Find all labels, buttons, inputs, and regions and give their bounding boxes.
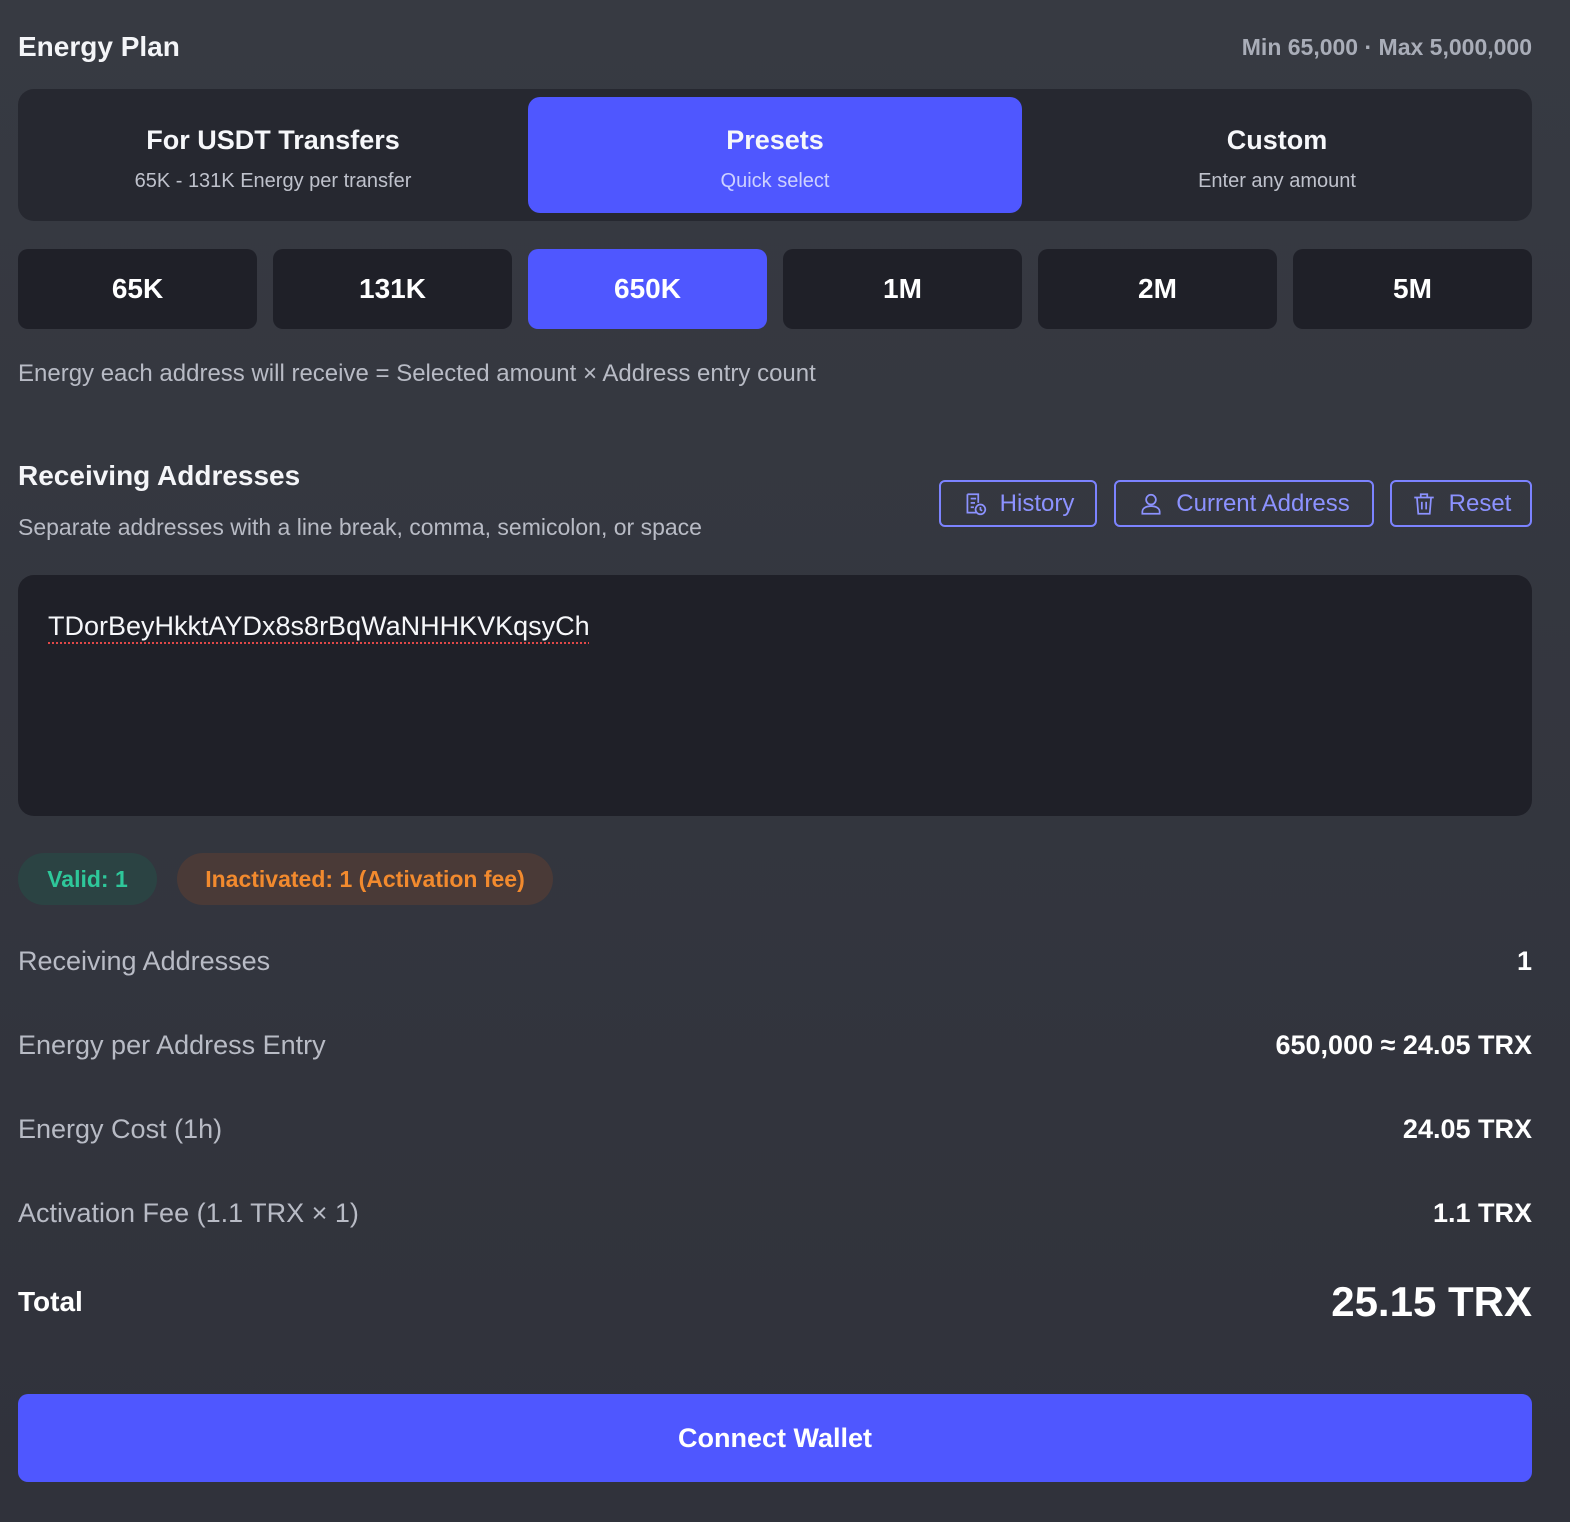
mode-tab-label: For USDT Transfers (146, 125, 400, 155)
summary-row-energy-cost: Energy Cost (1h) 24.05 TRX (18, 1114, 1532, 1145)
preset-5m-button[interactable]: 5M (1293, 249, 1532, 329)
mode-tab-subtitle: Quick select (720, 170, 830, 192)
address-input[interactable]: TDorBeyHkktAYDx8s8rBqWaNHHKVKqsyCh (18, 575, 1532, 816)
summary-row-energy-per-address: Energy per Address Entry 650,000 ≈ 24.05… (18, 1030, 1532, 1061)
plan-mode-selector: For USDT Transfers 65K - 131K Energy per… (18, 89, 1532, 221)
preset-131k-button[interactable]: 131K (273, 249, 512, 329)
summary-label: Energy per Address Entry (18, 1030, 326, 1060)
summary-row-activation-fee: Activation Fee (1.1 TRX × 1) 1.1 TRX (18, 1198, 1532, 1229)
summary-label: Energy Cost (1h) (18, 1114, 223, 1144)
page-title: Energy Plan (18, 31, 180, 62)
preset-2m-button[interactable]: 2M (1038, 249, 1277, 329)
receiving-addresses-title: Receiving Addresses (18, 460, 301, 491)
preset-1m-button[interactable]: 1M (783, 249, 1022, 329)
summary-label: Receiving Addresses (18, 946, 271, 976)
mode-tab-custom[interactable]: Custom Enter any amount (1030, 97, 1524, 213)
summary-value: 1 (1516, 946, 1532, 976)
energy-plan-page: Energy Plan Min 65,000 · Max 5,000,000 F… (0, 0, 1570, 1522)
mode-tab-label: Custom (1226, 125, 1328, 155)
mode-tab-label: Presets (726, 125, 824, 155)
address-input-value: TDorBeyHkktAYDx8s8rBqWaNHHKVKqsyCh (48, 611, 590, 641)
mode-tab-subtitle: Enter any amount (1198, 170, 1356, 192)
current-address-button-label: Current Address (1176, 489, 1350, 517)
summary-row-total: Total 25.15 TRX (18, 1278, 1532, 1326)
mode-tab-presets[interactable]: Presets Quick select (528, 97, 1022, 213)
connect-wallet-button[interactable]: Connect Wallet (18, 1394, 1532, 1482)
summary-value: 1.1 TRX (1432, 1198, 1532, 1228)
inactivated-count-badge: Inactivated: 1 (Activation fee) (177, 853, 553, 905)
header: Energy Plan Min 65,000 · Max 5,000,000 (18, 26, 1532, 68)
energy-limits: Min 65,000 · Max 5,000,000 (1241, 33, 1532, 60)
total-label: Total (18, 1286, 83, 1317)
history-button-label: History (999, 489, 1075, 517)
energy-formula-note: Energy each address will receive = Selec… (18, 360, 816, 387)
user-icon (1141, 493, 1161, 515)
valid-count-badge: Valid: 1 (18, 853, 157, 905)
summary-value: 24.05 TRX (1402, 1114, 1532, 1144)
mode-tab-usdt-transfers[interactable]: For USDT Transfers 65K - 131K Energy per… (26, 97, 520, 213)
preset-650k-button[interactable]: 650K (528, 249, 767, 329)
current-address-button[interactable]: Current Address (1114, 480, 1374, 527)
summary-value: 650,000 ≈ 24.05 TRX (1275, 1030, 1533, 1060)
preset-65k-button[interactable]: 65K (18, 249, 257, 329)
summary-row-receiving-addresses: Receiving Addresses 1 (18, 946, 1532, 977)
summary-label: Activation Fee (1.1 TRX × 1) (18, 1198, 359, 1228)
trash-icon (1413, 492, 1434, 515)
receiving-addresses-hint: Separate addresses with a line break, co… (18, 514, 702, 540)
reset-button-label: Reset (1448, 489, 1512, 517)
mode-tab-subtitle: 65K - 131K Energy per transfer (134, 170, 412, 192)
reset-button[interactable]: Reset (1390, 480, 1532, 527)
total-value: 25.15 TRX (1331, 1278, 1532, 1325)
history-button[interactable]: History (939, 480, 1097, 527)
history-icon (966, 492, 986, 515)
